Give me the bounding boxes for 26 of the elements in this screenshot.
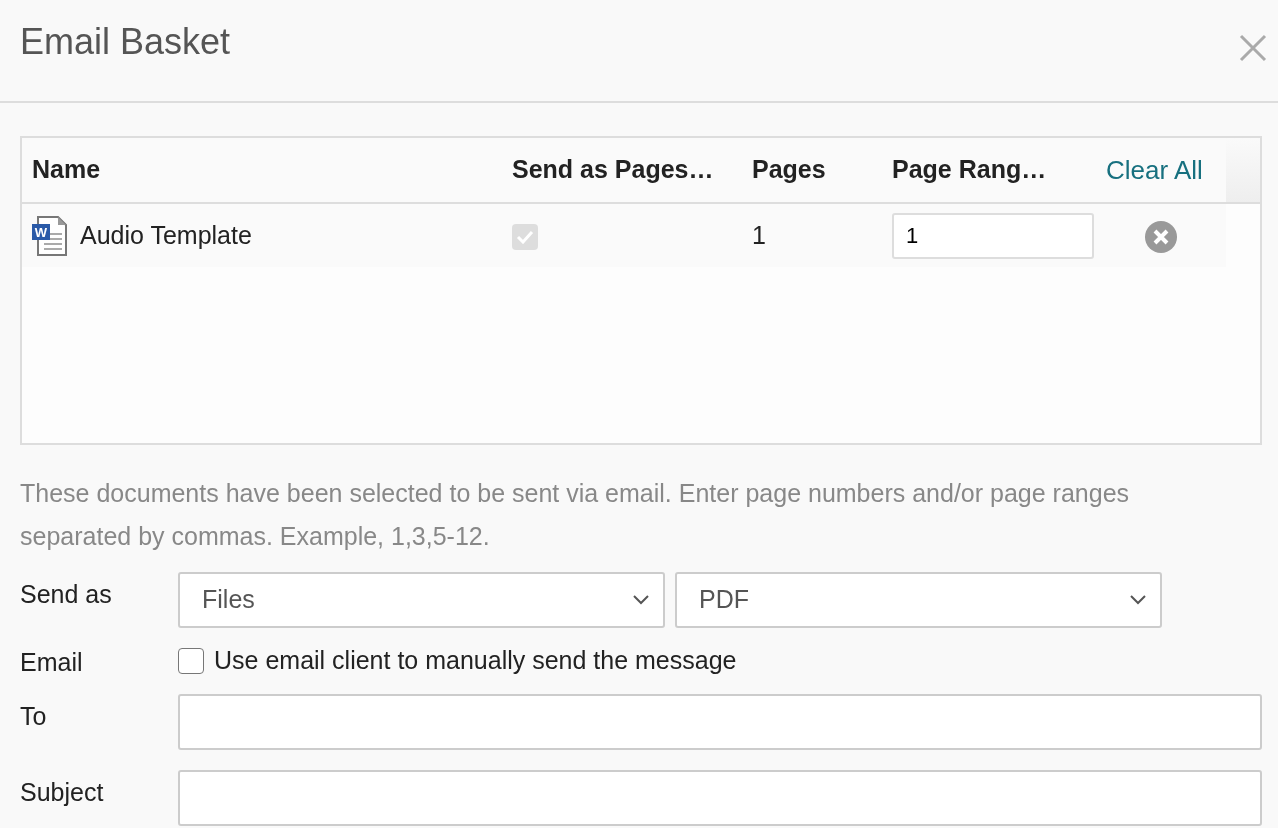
document-name: Audio Template bbox=[80, 219, 252, 251]
caret-icon bbox=[633, 595, 649, 605]
checkbox-label: Use email client to manually send the message bbox=[214, 645, 737, 676]
field-label: To bbox=[20, 701, 47, 730]
email-client-checkbox[interactable] bbox=[178, 647, 204, 674]
field-label: Send as bbox=[20, 580, 112, 608]
page-count: 1 bbox=[752, 220, 766, 249]
column-header: Send as Pages… bbox=[512, 155, 714, 184]
to-field[interactable] bbox=[178, 693, 1262, 750]
column-header: Name bbox=[32, 154, 101, 186]
column-header: Page Rang… bbox=[892, 155, 1047, 184]
check-icon bbox=[516, 229, 534, 244]
clear-all-link[interactable]: Clear All bbox=[1106, 154, 1203, 185]
column-header: Pages bbox=[752, 155, 826, 184]
subject-field[interactable] bbox=[178, 769, 1262, 826]
caret-icon bbox=[1130, 595, 1146, 605]
field-label: Email bbox=[20, 648, 83, 676]
page-range-field[interactable]: 1 bbox=[892, 212, 1094, 259]
close-icon bbox=[1239, 34, 1267, 63]
remove-icon[interactable] bbox=[1144, 220, 1178, 255]
file-type-select[interactable]: PDF bbox=[675, 572, 1162, 628]
instructions-text: These documents have been selected to be sent via email. Enter page numbers and/or page ranges separated by commas. Example, 1,3,5-12. bbox=[20, 478, 1131, 552]
dialog-title: Email Basket bbox=[20, 22, 231, 62]
format-select[interactable]: Files bbox=[178, 572, 665, 628]
field-label: Subject bbox=[20, 777, 104, 806]
scrollbar-corner bbox=[1226, 138, 1260, 202]
